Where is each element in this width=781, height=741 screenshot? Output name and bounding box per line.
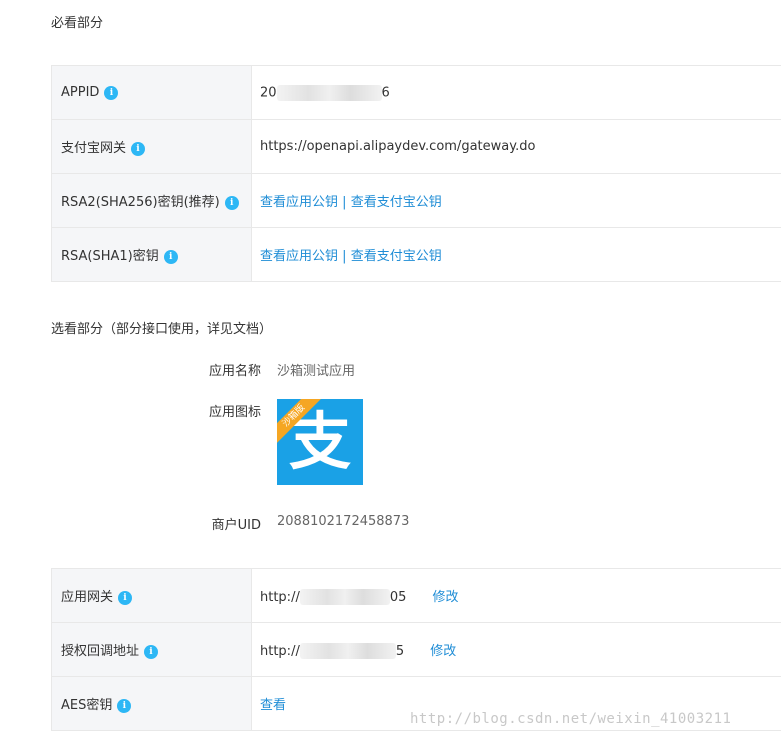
- row-key: APPID i: [51, 65, 252, 120]
- required-section-title: 必看部分: [51, 16, 104, 31]
- row-value: https://openapi.alipaydev.com/gateway.do: [251, 119, 781, 174]
- app-gateway-value-suffix: 05: [389, 589, 407, 605]
- edit-app-gateway-link[interactable]: 修改: [433, 590, 459, 605]
- auth-callback-value-suffix: 5: [395, 643, 405, 659]
- table-row-appid: APPID i 20 6: [51, 65, 781, 120]
- info-icon[interactable]: i: [131, 141, 146, 156]
- rsa1-label: RSA(SHA1)密钥: [61, 249, 159, 264]
- view-alipay-public-key-link[interactable]: 查看支付宝公钥: [351, 195, 442, 210]
- row-key: AES密钥 i: [51, 676, 252, 731]
- table-row-auth-callback: 授权回调地址 i http:// 5 修改: [51, 622, 781, 677]
- link-separator: |: [342, 249, 347, 264]
- table-row-app-gateway: 应用网关 i http:// 05 修改: [51, 568, 781, 623]
- row-key: RSA2(SHA256)密钥(推荐) i: [51, 173, 252, 228]
- app-icon-label: 应用图标: [208, 405, 261, 420]
- row-key: RSA(SHA1)密钥 i: [51, 227, 252, 282]
- redacted-blur: [299, 589, 390, 606]
- merchant-uid-value: 2088102172458873: [277, 514, 410, 529]
- optional-section-title: 选看部分（部分接口使用，详见文档）: [51, 322, 273, 337]
- row-key: 支付宝网关 i: [51, 119, 252, 174]
- gateway-label: 支付宝网关: [61, 141, 127, 156]
- view-aes-key-link[interactable]: 查看: [260, 698, 286, 713]
- table-row-rsa1: RSA(SHA1)密钥 i 查看应用公钥 | 查看支付宝公钥: [51, 227, 781, 282]
- row-key: 授权回调地址 i: [51, 622, 252, 677]
- info-icon[interactable]: i: [224, 195, 239, 210]
- merchant-uid-label: 商户UID: [211, 518, 261, 533]
- appid-label: APPID: [61, 85, 100, 100]
- app-name-label: 应用名称: [208, 364, 261, 379]
- appid-value-prefix: 20: [260, 85, 277, 100]
- row-value: http:// 05 修改: [251, 568, 781, 623]
- redacted-blur: [276, 84, 382, 101]
- table-row-gateway: 支付宝网关 i https://openapi.alipaydev.com/gat…: [51, 119, 781, 174]
- info-icon[interactable]: i: [118, 590, 133, 605]
- app-gateway-value-prefix: http://: [260, 589, 300, 605]
- app-gateway-label: 应用网关: [61, 590, 114, 605]
- alipay-app-icon: 支 沙箱版: [277, 399, 363, 485]
- row-value: 查看应用公钥 | 查看支付宝公钥: [251, 227, 781, 282]
- row-key: 应用网关 i: [51, 568, 252, 623]
- link-separator: |: [342, 195, 347, 210]
- appid-value-suffix: 6: [381, 85, 390, 100]
- info-icon[interactable]: i: [144, 644, 159, 659]
- auth-callback-label: 授权回调地址: [61, 644, 140, 659]
- auth-callback-value-prefix: http://: [260, 643, 300, 659]
- view-alipay-public-key-link[interactable]: 查看支付宝公钥: [351, 249, 442, 264]
- row-value: 查看应用公钥 | 查看支付宝公钥: [251, 173, 781, 228]
- info-icon[interactable]: i: [163, 249, 178, 264]
- required-settings-table: APPID i 20 6 支付宝网关 i https://openapi.alipay…: [51, 65, 781, 282]
- redacted-blur: [299, 643, 396, 660]
- table-row-rsa2: RSA2(SHA256)密钥(推荐) i 查看应用公钥 | 查看支付宝公钥: [51, 173, 781, 228]
- info-icon[interactable]: i: [104, 85, 119, 100]
- view-app-public-key-link[interactable]: 查看应用公钥: [260, 195, 338, 210]
- aes-key-label: AES密钥: [61, 698, 113, 713]
- row-value: 20 6: [251, 65, 781, 120]
- view-app-public-key-link[interactable]: 查看应用公钥: [260, 249, 338, 264]
- row-value: http:// 5 修改: [251, 622, 781, 677]
- info-icon[interactable]: i: [117, 698, 132, 713]
- gateway-url: https://openapi.alipaydev.com/gateway.do: [260, 139, 536, 154]
- gateway-settings-table: 应用网关 i http:// 05 修改 授权回调地址 i http:// 5 修改 A…: [51, 568, 781, 731]
- edit-auth-callback-link[interactable]: 修改: [430, 644, 456, 659]
- rsa2-label: RSA2(SHA256)密钥(推荐): [61, 195, 220, 210]
- app-name-value: 沙箱测试应用: [277, 364, 356, 379]
- watermark: http://blog.csdn.net/weixin_41003211: [410, 711, 732, 727]
